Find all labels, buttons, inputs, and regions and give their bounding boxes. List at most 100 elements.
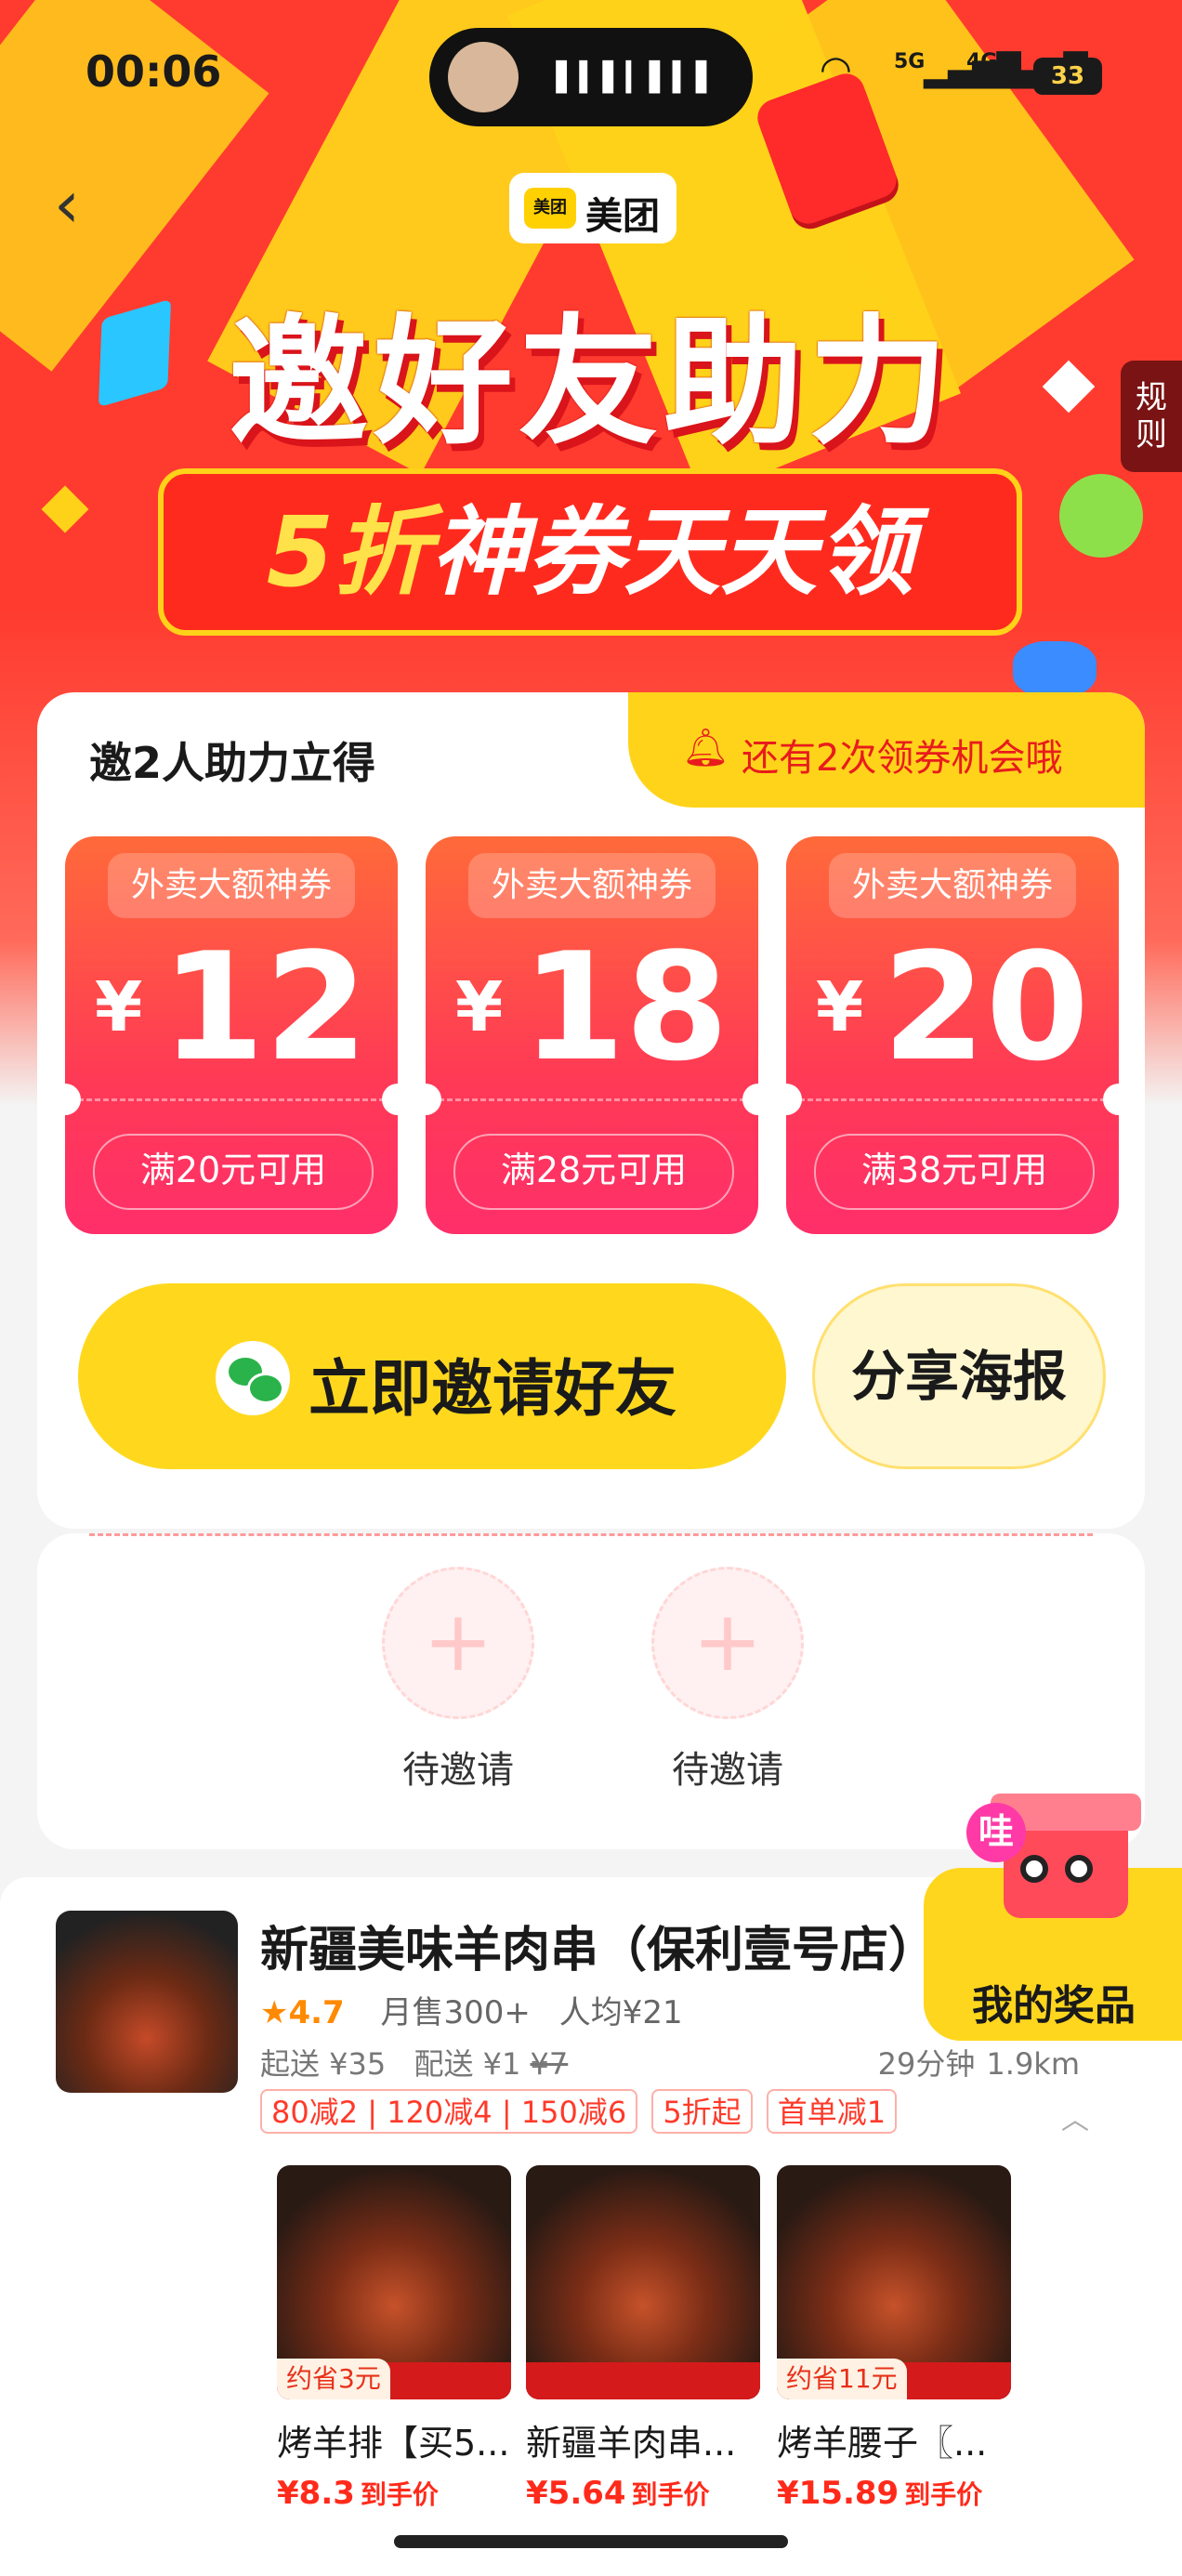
- home-indicator[interactable]: [394, 2535, 788, 2548]
- product-price: ¥15.89 到手价: [777, 2475, 1011, 2512]
- product-name: 烤羊腰子〖...: [777, 2423, 988, 2464]
- saving-badge: 约省11元: [777, 2359, 907, 2399]
- shop-image: [56, 1911, 238, 2093]
- plus-icon: +: [651, 1567, 804, 1719]
- min-order: 起送 ¥35: [260, 2046, 387, 2082]
- card-title: 邀2人助力立得: [89, 738, 376, 788]
- gift-eye-icon: [1020, 1855, 1048, 1883]
- shop-rating: 4.7: [288, 1994, 345, 2031]
- chance-text: 还有2次领券机会哦: [742, 737, 1063, 780]
- divider: [89, 1533, 1093, 1536]
- product-image: [526, 2165, 760, 2399]
- price-value: ¥8.3: [277, 2475, 355, 2512]
- saving-badge: 约省3元: [277, 2359, 390, 2399]
- status-time: 00:06: [85, 46, 222, 97]
- coupon-amount: ¥18: [426, 920, 758, 1094]
- product-price: ¥5.64 到手价: [526, 2475, 760, 2512]
- coupon-divider: [439, 1098, 745, 1101]
- my-prize-label: 我的奖品: [972, 1982, 1136, 2030]
- shop-eta-distance: 29分钟 1.9km: [878, 2041, 1080, 2083]
- coupon-condition: 满28元可用: [453, 1134, 734, 1210]
- coupon-divider: [78, 1098, 385, 1101]
- shop-delivery: 起送 ¥35 配送 ¥1 ¥7: [260, 2041, 568, 2083]
- avg-price: 人均¥21: [558, 1994, 683, 2031]
- coupon-value: 20: [882, 920, 1090, 1094]
- distance: 1.9km: [986, 2046, 1080, 2082]
- product-name: 新疆羊肉串...: [526, 2423, 737, 2464]
- product-card[interactable]: 约省3元 烤羊排【买5... ¥8.3 到手价: [277, 2165, 511, 2512]
- coupon-divider: [799, 1098, 1106, 1101]
- brand-badge: 美团 美团: [509, 173, 676, 243]
- coupon-value: 12: [161, 920, 369, 1094]
- battery-icon: 33: [1033, 58, 1102, 95]
- signal-5g-label: 5G: [894, 50, 926, 73]
- coupon-head: 外卖大额神券: [829, 853, 1076, 918]
- price-unit: 到手价: [904, 2479, 983, 2510]
- invite-slot[interactable]: + 待邀请: [649, 1567, 807, 1794]
- meituan-logo-icon: 美团: [524, 188, 576, 229]
- product-image: 约省3元: [277, 2165, 511, 2399]
- product-card[interactable]: 新疆羊肉串... ¥5.64 到手价: [526, 2165, 760, 2512]
- coupon-condition: 满38元可用: [814, 1134, 1095, 1210]
- brand-name: 美团: [585, 195, 660, 238]
- slot-label: 待邀请: [402, 1749, 514, 1792]
- green-blob-icon: [1059, 474, 1143, 558]
- price-unit: 到手价: [631, 2479, 710, 2510]
- coupon-amount: ¥12: [65, 920, 398, 1094]
- gift-eye-icon: [1065, 1855, 1093, 1883]
- price-value: ¥5.64: [526, 2475, 626, 2512]
- price-unit: 到手价: [360, 2479, 439, 2510]
- coupon-card[interactable]: 外卖大额神券 ¥12 满20元可用: [65, 836, 398, 1234]
- product-card[interactable]: 约省11元 烤羊腰子〖... ¥15.89 到手价: [777, 2165, 1011, 2512]
- wa-badge: 哇: [966, 1803, 1026, 1862]
- monthly-sales: 月售300+: [380, 1994, 531, 2031]
- coupon-card[interactable]: 外卖大额神券 ¥18 满28元可用: [426, 836, 758, 1234]
- coupon-head: 外卖大额神券: [108, 853, 355, 918]
- status-bar: 00:06 ▌▍▌▎▌▍▌ ◠ 5G ▂▄▆█ 4G ▂▄▆█ 33: [0, 0, 1182, 139]
- yen-symbol: ¥: [815, 967, 864, 1047]
- shop-stats: ★4.7 月售300+ 人均¥21: [260, 1987, 683, 2032]
- chevron-up-icon[interactable]: ︿: [1061, 2096, 1089, 2137]
- invite-friends-button[interactable]: 立即邀请好友: [78, 1283, 786, 1469]
- banner-sub-rest: 神券天天领: [430, 495, 914, 609]
- back-icon[interactable]: ‹: [54, 167, 106, 242]
- product-name: 烤羊排【买5...: [277, 2423, 510, 2464]
- product-price: ¥8.3 到手价: [277, 2475, 511, 2512]
- product-image: 约省11元: [777, 2165, 1011, 2399]
- slot-label: 待邀请: [672, 1749, 783, 1792]
- yen-symbol: ¥: [454, 967, 504, 1047]
- yen-symbol: ¥: [94, 967, 143, 1047]
- share-poster-label: 分享海报: [850, 1345, 1067, 1408]
- product-image-strip: [526, 2362, 760, 2399]
- promo-tag: 80减2 | 120减4 | 150减6: [260, 2089, 638, 2134]
- coupon-condition: 满20元可用: [93, 1134, 374, 1210]
- eta: 29分钟: [877, 2046, 976, 2082]
- avatar: [448, 42, 519, 112]
- banner-headline: 邀好友助力: [228, 302, 953, 464]
- banner-sub-highlight: 5折: [266, 495, 431, 609]
- invite-friends-label: 立即邀请好友: [309, 1353, 676, 1425]
- share-poster-button[interactable]: 分享海报: [812, 1283, 1106, 1469]
- star-icon: ★: [260, 1994, 289, 2031]
- coupon-value: 18: [521, 920, 729, 1094]
- invite-slots: + 待邀请 + 待邀请: [37, 1533, 1145, 1849]
- delivery-fee: 配送 ¥1: [414, 2046, 521, 2082]
- coupon-card[interactable]: 外卖大额神券 ¥20 满38元可用: [786, 836, 1119, 1234]
- rules-button[interactable]: 规则: [1121, 361, 1182, 472]
- coupon-head: 外卖大额神券: [468, 853, 716, 918]
- wechat-icon: [216, 1341, 290, 1415]
- invite-slot[interactable]: + 待邀请: [379, 1567, 537, 1794]
- delivery-original-fee: ¥7: [530, 2046, 569, 2082]
- bell-icon: 🔔︎: [682, 727, 729, 769]
- promo-tag: 5折起: [651, 2089, 753, 2134]
- coupon-amount: ¥20: [786, 920, 1119, 1094]
- audio-wave-icon: ▌▍▌▎▌▍▌: [556, 61, 719, 94]
- promo-tags: 80减2 | 120减4 | 150减6 5折起 首单减1: [260, 2089, 906, 2134]
- wifi-icon: ◠: [821, 48, 850, 91]
- dynamic-island: ▌▍▌▎▌▍▌: [429, 28, 753, 126]
- banner-subtitle: 5折神券天天领: [158, 468, 1022, 636]
- price-value: ¥15.89: [777, 2475, 900, 2512]
- invite-card: 邀2人助力立得 🔔︎ 还有2次领券机会哦 外卖大额神券 ¥12 满20元可用 外…: [37, 692, 1145, 1529]
- plus-icon: +: [382, 1567, 534, 1719]
- shop-name: 新疆美味羊肉串（保利壹号店）: [260, 1923, 938, 1978]
